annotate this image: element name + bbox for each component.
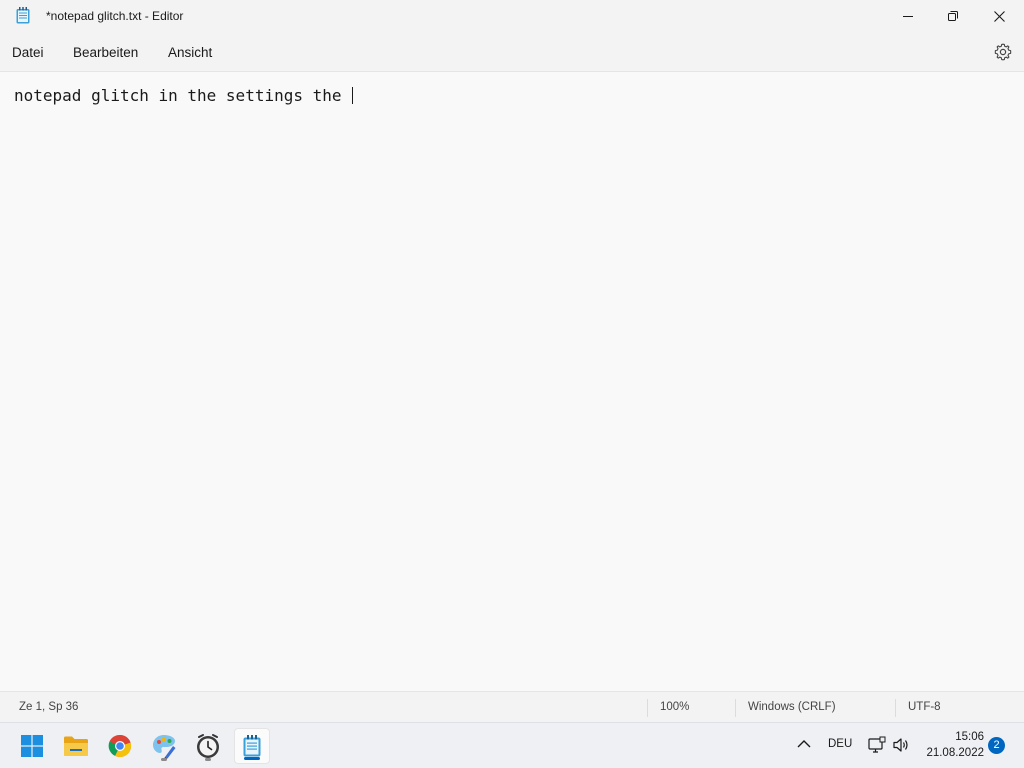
- maximize-button[interactable]: [930, 0, 976, 32]
- menu-bearbeiten[interactable]: Bearbeiten: [73, 45, 138, 60]
- notepad-icon: [16, 7, 30, 24]
- clock-app-icon: [197, 734, 219, 758]
- taskbar-clock-app[interactable]: [190, 728, 226, 764]
- network-icon[interactable]: [868, 736, 886, 754]
- cursor-position: Ze 1, Sp 36: [19, 701, 79, 713]
- running-indicator: [205, 758, 211, 761]
- clock-date: 21.08.2022: [926, 747, 984, 759]
- maximize-icon: [948, 11, 958, 21]
- active-indicator: [244, 757, 260, 760]
- clock-time: 15:06: [955, 731, 984, 743]
- minimize-icon: [903, 16, 913, 17]
- taskbar: DEU 15:06 21.08.2022 2: [0, 722, 1024, 768]
- chrome-icon: [108, 734, 132, 758]
- window-title: *notepad glitch.txt - Editor: [46, 9, 184, 23]
- line-ending: Windows (CRLF): [748, 701, 836, 713]
- taskbar-paint[interactable]: [146, 728, 182, 764]
- notepad-icon: [243, 735, 261, 757]
- status-divider: [647, 699, 648, 717]
- start-button[interactable]: [14, 728, 50, 764]
- notification-badge[interactable]: 2: [988, 737, 1005, 754]
- close-icon: [993, 10, 1005, 22]
- status-divider: [735, 699, 736, 717]
- system-clock[interactable]: 15:06 21.08.2022: [922, 729, 984, 761]
- input-language[interactable]: DEU: [828, 738, 852, 750]
- paint-icon: [153, 735, 176, 759]
- encoding: UTF-8: [908, 701, 941, 713]
- chevron-up-icon[interactable]: [797, 739, 811, 749]
- gear-icon[interactable]: [994, 43, 1012, 61]
- windows-start-icon: [21, 735, 43, 757]
- status-bar: Ze 1, Sp 36 100% Windows (CRLF) UTF-8: [0, 691, 1024, 722]
- title-bar: *notepad glitch.txt - Editor: [0, 0, 1024, 32]
- taskbar-notepad[interactable]: [234, 728, 270, 764]
- editor-content[interactable]: notepad glitch in the settings the: [14, 86, 354, 105]
- volume-icon[interactable]: [892, 736, 910, 754]
- menu-bar: Datei Bearbeiten Ansicht: [0, 32, 1024, 72]
- zoom-level: 100%: [660, 701, 690, 713]
- text-caret: [352, 87, 354, 104]
- editor-text: notepad glitch in the settings the: [14, 86, 352, 105]
- status-divider: [895, 699, 896, 717]
- file-explorer-icon: [64, 736, 88, 756]
- close-button[interactable]: [976, 0, 1022, 32]
- running-indicator: [161, 758, 167, 761]
- minimize-button[interactable]: [885, 0, 931, 32]
- menu-datei[interactable]: Datei: [12, 45, 44, 60]
- taskbar-file-explorer[interactable]: [58, 728, 94, 764]
- text-editor[interactable]: notepad glitch in the settings the: [0, 72, 1024, 690]
- menu-ansicht[interactable]: Ansicht: [168, 45, 212, 60]
- taskbar-chrome[interactable]: [102, 728, 138, 764]
